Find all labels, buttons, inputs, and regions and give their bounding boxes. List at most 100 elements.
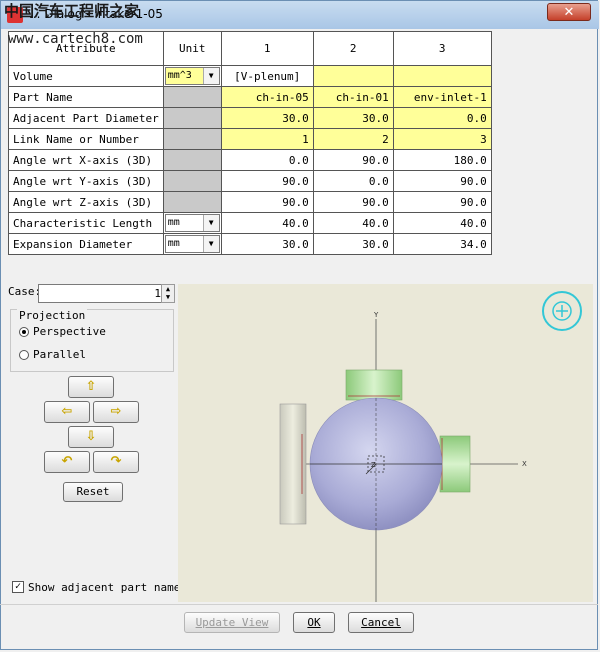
rotate-right-icon: ↷ (110, 454, 122, 469)
show-names-checkbox[interactable]: ✓ (12, 581, 24, 593)
chevron-down-icon[interactable]: ▼ (202, 215, 219, 231)
value-cell[interactable]: 90.0 (392, 191, 492, 213)
attribute-table: Attribute Unit 1 2 3 Volume mm^3 ▼ [V-ple… (8, 31, 492, 255)
value-cell[interactable]: 180.0 (392, 149, 492, 171)
table-row: Volume mm^3 ▼ [V-plenum] (8, 65, 492, 87)
value-cell[interactable]: [V-plenum] (220, 65, 314, 87)
row-label: Angle wrt Z-axis (3D) (8, 191, 164, 213)
up-arrow-icon: ⇧ (85, 379, 97, 394)
value-cell[interactable]: 0.0 (392, 107, 492, 129)
perspective-radio[interactable] (19, 327, 29, 337)
table-row: Angle wrt Y-axis (3D) 90.0 0.0 90.0 (8, 170, 492, 192)
case-label: Case: (8, 285, 42, 298)
unit-select[interactable]: mm^3 ▼ (164, 67, 220, 85)
value-cell[interactable]: ch-in-05 (220, 86, 314, 108)
table-row: Angle wrt X-axis (3D) 0.0 90.0 180.0 (8, 149, 492, 171)
value-cell[interactable]: 0.0 (220, 149, 314, 171)
spin-cw-button[interactable]: ↷ (93, 451, 139, 473)
reset-button[interactable]: Reset (63, 482, 123, 502)
column-header-2: 2 (312, 31, 394, 66)
value-cell[interactable]: 30.0 (312, 233, 394, 255)
projection-label: Projection (17, 309, 88, 322)
ok-button[interactable]: OK (293, 612, 335, 633)
viewport-canvas[interactable]: Y X Z (178, 284, 593, 604)
row-label: Angle wrt X-axis (3D) (8, 149, 164, 171)
unit-cell[interactable]: mm ▼ (162, 233, 222, 255)
column-header-3: 3 (392, 31, 492, 66)
unit-cell[interactable]: mm ▼ (162, 212, 222, 234)
cancel-button[interactable]: Cancel (348, 612, 414, 633)
right-part-pipe (439, 435, 471, 493)
close-button[interactable]: ✕ (547, 3, 591, 21)
row-label: Volume (8, 65, 164, 87)
row-label: Link Name or Number (8, 128, 164, 150)
value-cell[interactable]: env-inlet-1 (392, 86, 492, 108)
row-label: Angle wrt Y-axis (3D) (8, 170, 164, 192)
watermark-url: www.cartech8.com (8, 31, 143, 47)
rotate-left-icon: ↶ (61, 454, 73, 469)
value-cell[interactable]: 34.0 (392, 233, 492, 255)
row-label: Part Name (8, 86, 164, 108)
value-cell[interactable]: ch-in-01 (312, 86, 394, 108)
table-row: Link Name or Number 1 2 3 (8, 128, 492, 150)
value-cell[interactable]: 1 (220, 128, 314, 150)
value-cell[interactable]: 40.0 (220, 212, 314, 234)
footer-divider (0, 604, 598, 605)
value-cell[interactable]: 40.0 (392, 212, 492, 234)
zoom-cursor-icon[interactable] (542, 291, 582, 331)
show-names-label[interactable]: Show adjacent part names (28, 581, 187, 594)
parallel-label[interactable]: Parallel (33, 348, 86, 361)
projection-group: Projection Perspective Parallel (10, 309, 174, 372)
value-cell[interactable]: 90.0 (312, 191, 394, 213)
left-arrow-icon: ⇦ (61, 404, 73, 419)
unit-cell[interactable]: mm^3 ▼ (162, 65, 222, 87)
row-label: Adjacent Part Diameter (8, 107, 164, 129)
rotate-right-button[interactable]: ⇨ (93, 401, 139, 423)
top-part-pipe (345, 369, 403, 401)
value-cell[interactable]: 30.0 (220, 233, 314, 255)
parallel-radio[interactable] (19, 350, 29, 360)
case-spinner[interactable]: ▲ ▼ (161, 284, 175, 303)
rotate-down-button[interactable]: ⇩ (68, 426, 114, 448)
x-axis-label: X (522, 460, 527, 468)
unit-cell (162, 128, 222, 150)
3d-viewport[interactable]: Y X Z (178, 284, 593, 604)
rotate-left-button[interactable]: ⇦ (44, 401, 90, 423)
value-cell[interactable]: 40.0 (312, 212, 394, 234)
unit-cell (162, 107, 222, 129)
row-label: Expansion Diameter (8, 233, 164, 255)
unit-select[interactable]: mm ▼ (164, 235, 220, 253)
rotate-up-button[interactable]: ⇧ (68, 376, 114, 398)
unit-select[interactable]: mm ▼ (164, 214, 220, 232)
right-arrow-icon: ⇨ (110, 404, 122, 419)
value-cell[interactable]: 90.0 (312, 149, 394, 171)
value-cell[interactable]: 30.0 (312, 107, 394, 129)
case-input[interactable]: 1 (38, 284, 166, 303)
table-row: Part Name ch-in-05 ch-in-01 env-inlet-1 (8, 86, 492, 108)
value-cell[interactable]: 2 (312, 128, 394, 150)
value-cell[interactable]: 0.0 (312, 170, 394, 192)
spin-ccw-button[interactable]: ↶ (44, 451, 90, 473)
down-arrow-icon: ⇩ (85, 429, 97, 444)
table-row: Angle wrt Z-axis (3D) 90.0 90.0 90.0 (8, 191, 492, 213)
table-row: Adjacent Part Diameter 30.0 30.0 0.0 (8, 107, 492, 129)
row-label: Characteristic Length (8, 212, 164, 234)
chevron-down-icon[interactable]: ▼ (202, 236, 219, 252)
value-cell[interactable] (312, 65, 394, 87)
lower-panel: Case: 1 ▲ ▼ Projection Perspective Parall… (8, 282, 593, 604)
value-cell[interactable]: 90.0 (220, 170, 314, 192)
column-header-unit: Unit (162, 31, 222, 66)
value-cell[interactable]: 30.0 (220, 107, 314, 129)
value-cell[interactable]: 3 (392, 128, 492, 150)
perspective-label[interactable]: Perspective (33, 325, 106, 338)
watermark-text: 中国汽车工程师之家 (4, 2, 140, 20)
unit-cell (162, 86, 222, 108)
update-view-button[interactable]: Update View (184, 612, 280, 633)
chevron-down-icon[interactable]: ▼ (202, 68, 219, 84)
value-cell[interactable]: 90.0 (392, 170, 492, 192)
value-cell[interactable]: 90.0 (220, 191, 314, 213)
table-row: Characteristic Length mm ▼ 40.0 40.0 40.0 (8, 212, 492, 234)
table-row: Expansion Diameter mm ▼ 30.0 30.0 34.0 (8, 233, 492, 255)
value-cell[interactable] (392, 65, 492, 87)
column-header-1: 1 (220, 31, 314, 66)
